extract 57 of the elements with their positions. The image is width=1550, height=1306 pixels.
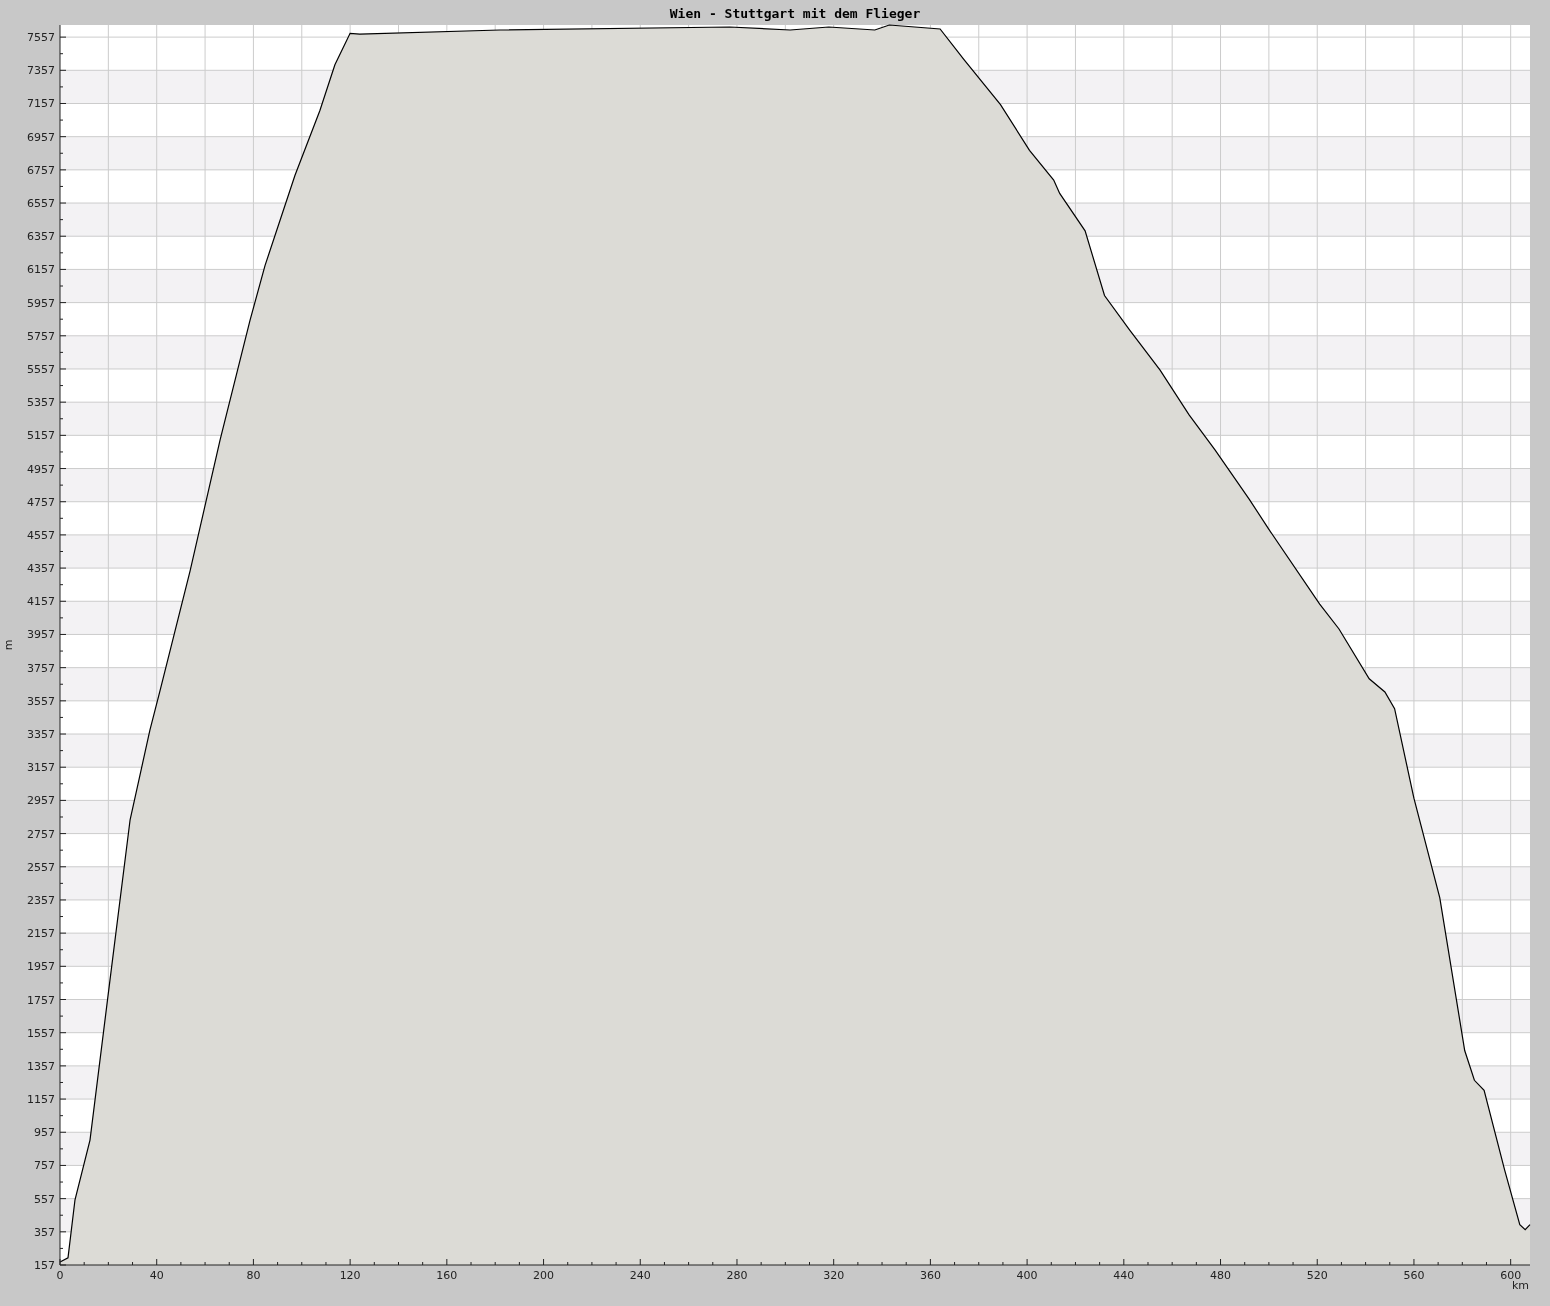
y-tick-label: 6557	[27, 197, 55, 211]
y-tick-label: 1757	[27, 993, 55, 1007]
y-axis-label: m	[2, 639, 15, 651]
x-tick-label: 560	[1403, 1269, 1425, 1282]
y-tick-label: 5157	[27, 429, 55, 443]
y-tick-label: 357	[34, 1225, 55, 1239]
y-tick-label: 3757	[27, 661, 55, 675]
y-tick-label: 5757	[27, 329, 55, 343]
y-tick-label: 4157	[27, 595, 55, 609]
y-tick-label: 4357	[27, 562, 55, 576]
y-tick-label: 3957	[27, 628, 55, 642]
x-tick-label: 40	[149, 1269, 164, 1282]
y-tick-label: 5557	[27, 362, 55, 376]
x-tick-label: 80	[246, 1269, 261, 1282]
y-tick-label: 6957	[27, 130, 55, 144]
x-tick-label: 600	[1500, 1269, 1522, 1282]
y-tick-label: 7357	[27, 64, 55, 78]
y-tick-label: 5957	[27, 296, 55, 310]
y-tick-label: 1357	[27, 1059, 55, 1073]
y-tick-label: 4557	[27, 528, 55, 542]
y-tick-label: 2557	[27, 860, 55, 874]
y-tick-label: 6757	[27, 163, 55, 177]
y-tick-label: 1557	[27, 1026, 55, 1040]
x-tick-label: 400	[1016, 1269, 1038, 1282]
y-tick-label: 6357	[27, 230, 55, 244]
y-tick-label: 757	[34, 1159, 55, 1173]
x-tick-label: 520	[1306, 1269, 1328, 1282]
x-tick-label: 480	[1210, 1269, 1232, 1282]
x-tick-label: 120	[339, 1269, 361, 1282]
y-tick-label: 2757	[27, 827, 55, 841]
y-tick-label: 557	[34, 1192, 55, 1206]
y-tick-label: 957	[34, 1126, 55, 1140]
y-tick-label: 3557	[27, 694, 55, 708]
x-tick-label: 240	[629, 1269, 651, 1282]
x-tick-label: 280	[726, 1269, 748, 1282]
y-tick-label: 7157	[27, 97, 55, 111]
x-axis-label: km	[1511, 1279, 1529, 1292]
y-tick-label: 2157	[27, 927, 55, 941]
y-tick-label: 1957	[27, 960, 55, 974]
y-tick-label: 4957	[27, 462, 55, 476]
x-tick-label: 440	[1113, 1269, 1135, 1282]
y-tick-label: 157	[34, 1259, 55, 1272]
chart-title: Wien - Stuttgart mit dem Flieger	[669, 6, 921, 21]
x-tick-label: 360	[919, 1269, 941, 1282]
x-tick-label: 160	[436, 1269, 458, 1282]
y-tick-label: 3157	[27, 761, 55, 775]
x-tick-label: 200	[533, 1269, 555, 1282]
y-tick-label: 4757	[27, 495, 55, 509]
y-tick-label: 7557	[27, 31, 55, 45]
y-tick-label: 5357	[27, 396, 55, 410]
x-tick-label: 0	[56, 1269, 64, 1282]
y-tick-label: 1157	[27, 1093, 55, 1107]
x-tick-label: 320	[823, 1269, 845, 1282]
y-tick-label: 6157	[27, 263, 55, 277]
y-tick-label: 2357	[27, 893, 55, 907]
y-tick-label: 2957	[27, 794, 55, 808]
y-tick-label: 3357	[27, 728, 55, 741]
